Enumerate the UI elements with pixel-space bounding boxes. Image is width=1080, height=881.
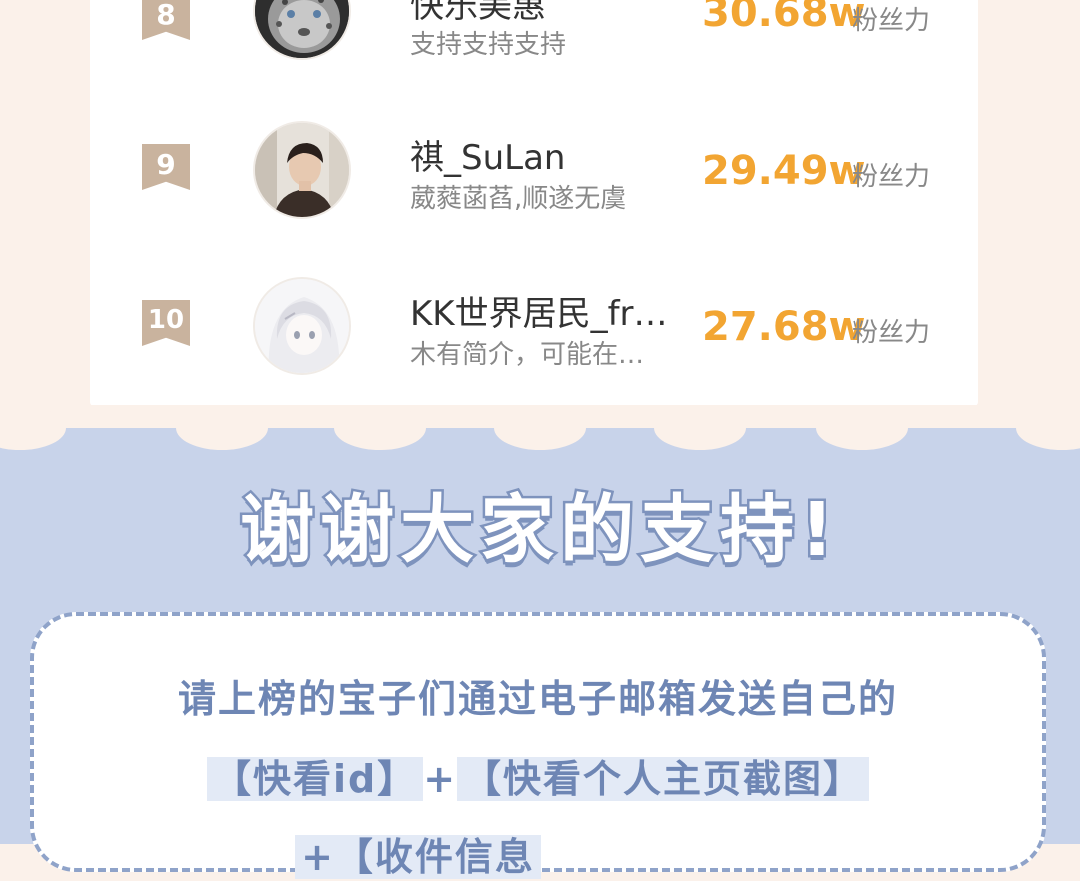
user-name[interactable]: KK世界居民_fr… [410,286,668,335]
fan-score-unit: 粉丝力 [852,162,931,192]
ranking-row[interactable]: 10 KK世界居民_fr… 木有简介，可能在… 27.68w 粉丝力 [90,250,978,406]
fan-score: 30.68w [702,0,866,36]
user-name[interactable]: 祺_SuLan [410,130,565,179]
thanks-title: 谢谢大家的支持! [238,485,840,576]
ranking-row[interactable]: 8 快乐美惠 支持支持支持 30.68w 粉丝力 [90,0,978,94]
fan-score-unit: 粉丝力 [852,6,931,36]
rank-badge: 8 [142,0,190,40]
fan-score: 27.68w [702,304,866,350]
plus-sign: + [423,757,458,801]
user-bio: 木有简介，可能在… [410,340,645,370]
homepage-screenshot-label: 【快看个人主页截图】 [457,757,870,801]
fan-score-unit: 粉丝力 [852,318,931,348]
notice-line-2: 【快看id】 + 【快看个人主页截图】 [34,748,1042,803]
ranking-row[interactable]: 9 祺_SuLan 葳蕤菡萏,顺遂无虞 29.49w 粉丝力 [90,94,978,250]
rank-badge: 10 [142,300,190,346]
ranking-card: 8 快乐美惠 支持支持支持 30.68w 粉丝力 9 祺_SuLan 葳蕤菡萏,… [90,0,978,406]
scallop-divider [0,405,1080,450]
user-bio: 支持支持支持 [410,30,567,60]
young-man-avatar[interactable] [253,121,351,219]
notice-line-3: +【收件信息 [0,826,922,881]
notice-box: 请上榜的宝子们通过电子邮箱发送自己的 【快看id】 + 【快看个人主页截图】 +【收… [30,612,1046,879]
user-bio: 葳蕤菡萏,顺遂无虞 [410,184,627,214]
anime-girl-avatar[interactable] [253,277,351,375]
snow-leopard-avatar[interactable] [253,0,351,60]
rank-badge: 9 [142,144,190,190]
notice-line-1: 请上榜的宝子们通过电子邮箱发送自己的 [177,677,898,721]
shipping-info-label: +【收件信息 [295,835,541,879]
kuaikan-id-label: 【快看id】 [206,757,424,801]
fan-score: 29.49w [702,148,866,194]
user-name[interactable]: 快乐美惠 [410,0,546,27]
